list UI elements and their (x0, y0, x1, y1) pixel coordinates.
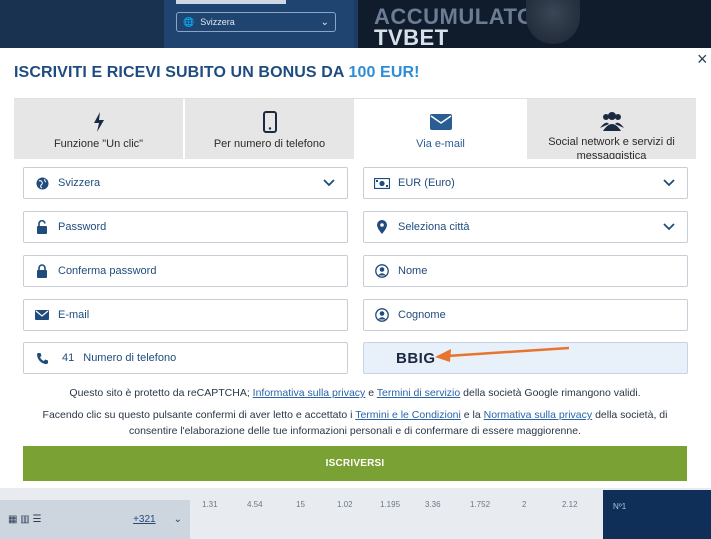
globe-icon (34, 175, 50, 191)
city-select[interactable]: Seleziona città (363, 211, 688, 243)
background-left-panel (0, 0, 164, 48)
more-markets-link[interactable]: +321 (133, 514, 156, 525)
background-right-badge: Nº1 (603, 490, 711, 539)
privacy-policy-link[interactable]: Normativa sulla privacy (484, 409, 593, 421)
odd-value[interactable]: 1.752 (470, 500, 490, 516)
password-field[interactable]: Password (23, 211, 348, 243)
envelope-icon (34, 307, 50, 323)
bonus-amount: 100 EUR! (348, 64, 420, 81)
odd-value[interactable]: 1.31 (202, 500, 218, 516)
last-name-placeholder: Cognome (398, 309, 446, 321)
odd-value[interactable]: 1.02 (337, 500, 353, 516)
tab-label: Via e-mail (416, 138, 465, 150)
first-name-field[interactable]: Nome (363, 255, 688, 287)
consent-text-3: della società, di (592, 409, 668, 421)
password-placeholder: Password (58, 221, 107, 233)
tab-one-click[interactable]: Funzione "Un clic" (14, 99, 185, 159)
consent-notice: Facendo clic su questo pulsante confermi… (14, 407, 696, 439)
tab-label: Per numero di telefono (213, 138, 326, 150)
chevron-down-icon[interactable]: ⌄ (174, 514, 182, 525)
country-value: Svizzera (58, 177, 101, 189)
currency-value: EUR (Euro) (398, 177, 455, 189)
email-field[interactable]: E-mail (23, 299, 348, 331)
stats-icon[interactable]: ▦ ▥ ☰ (8, 514, 41, 525)
tab-email[interactable]: Via e-mail (356, 99, 527, 159)
currency-select[interactable]: EUR (Euro) (363, 167, 688, 199)
chevron-down-icon (659, 179, 679, 187)
recaptcha-text-2: e (365, 387, 377, 399)
google-privacy-link[interactable]: Informativa sulla privacy (253, 387, 366, 399)
odd-value[interactable]: 2.12 (562, 500, 578, 516)
modal-title: ISCRIVITI E RICEVI SUBITO UN BONUS DA 10… (14, 64, 420, 82)
register-button[interactable]: ISCRIVERSI (23, 446, 687, 481)
background-top-bar (176, 0, 286, 4)
first-name-placeholder: Nome (398, 265, 428, 277)
tab-phone-number[interactable]: Per numero di telefono (185, 99, 356, 159)
odd-value[interactable]: 3.36 (425, 500, 441, 516)
terms-conditions-link[interactable]: Termini e le Condizioni (355, 409, 461, 421)
chevron-down-icon: ⌄ (320, 16, 329, 28)
background-country-select[interactable]: 🌐 Svizzera ⌄ (176, 12, 336, 32)
modal-title-text: ISCRIVITI E RICEVI SUBITO UN BONUS DA (14, 64, 349, 81)
registration-method-tabs: Funzione "Un clic" Per numero di telefon… (14, 99, 696, 162)
user-icon (374, 307, 390, 323)
lightning-icon (93, 111, 105, 133)
lock-icon (34, 263, 50, 279)
last-name-field[interactable]: Cognome (363, 299, 688, 331)
map-pin-icon (374, 219, 390, 235)
envelope-icon (429, 111, 452, 133)
mobile-phone-icon (262, 111, 277, 133)
recaptcha-text-1: Questo sito è protetto da reCAPTCHA; (69, 387, 253, 399)
country-select[interactable]: Svizzera (23, 167, 348, 199)
user-icon (374, 263, 390, 279)
annotation-arrow-icon (435, 346, 570, 362)
odd-value[interactable]: 2 (522, 500, 526, 516)
tab-social-networks[interactable]: Social network e servizi di messaggistic… (527, 99, 696, 162)
confirm-password-field[interactable]: Conferma password (23, 255, 348, 287)
promo-code-value: BBIG (396, 349, 436, 367)
odd-value[interactable]: 1.195 (380, 500, 400, 516)
phone-number-field[interactable]: 41 Numero di telefono (23, 342, 348, 374)
chevron-down-icon (319, 179, 339, 187)
consent-text-1: Facendo clic su questo pulsante confermi… (42, 409, 356, 421)
city-value: Seleziona città (398, 221, 470, 233)
consent-text-4: consentire l'elaborazione delle tue info… (128, 425, 581, 437)
background-market-controls: ▦ ▥ ☰ +321 ⌄ (0, 500, 190, 539)
tab-label: Funzione "Un clic" (53, 138, 144, 150)
odd-value[interactable]: 15 (296, 500, 305, 516)
unlock-icon (34, 219, 50, 235)
email-placeholder: E-mail (58, 309, 90, 321)
confirm-password-placeholder: Conferma password (58, 265, 157, 277)
phone-country-code[interactable]: 41 (62, 352, 74, 364)
google-terms-link[interactable]: Termini di servizio (377, 387, 460, 399)
consent-text-2: e la (460, 409, 484, 421)
recaptcha-text-3: della società Google rimangono validi. (460, 387, 641, 399)
close-button[interactable]: × (697, 50, 711, 70)
globe-icon: 🌐 (183, 16, 195, 27)
chevron-down-icon (659, 223, 679, 231)
background-country-value: Svizzera (200, 17, 235, 27)
users-icon (599, 111, 624, 131)
odd-value[interactable]: 4.54 (247, 500, 263, 516)
phone-placeholder: Numero di telefono (83, 352, 177, 364)
phone-icon (34, 350, 50, 366)
recaptcha-notice: Questo sito è protetto da reCAPTCHA; Inf… (14, 385, 696, 401)
banknote-icon (374, 175, 390, 191)
